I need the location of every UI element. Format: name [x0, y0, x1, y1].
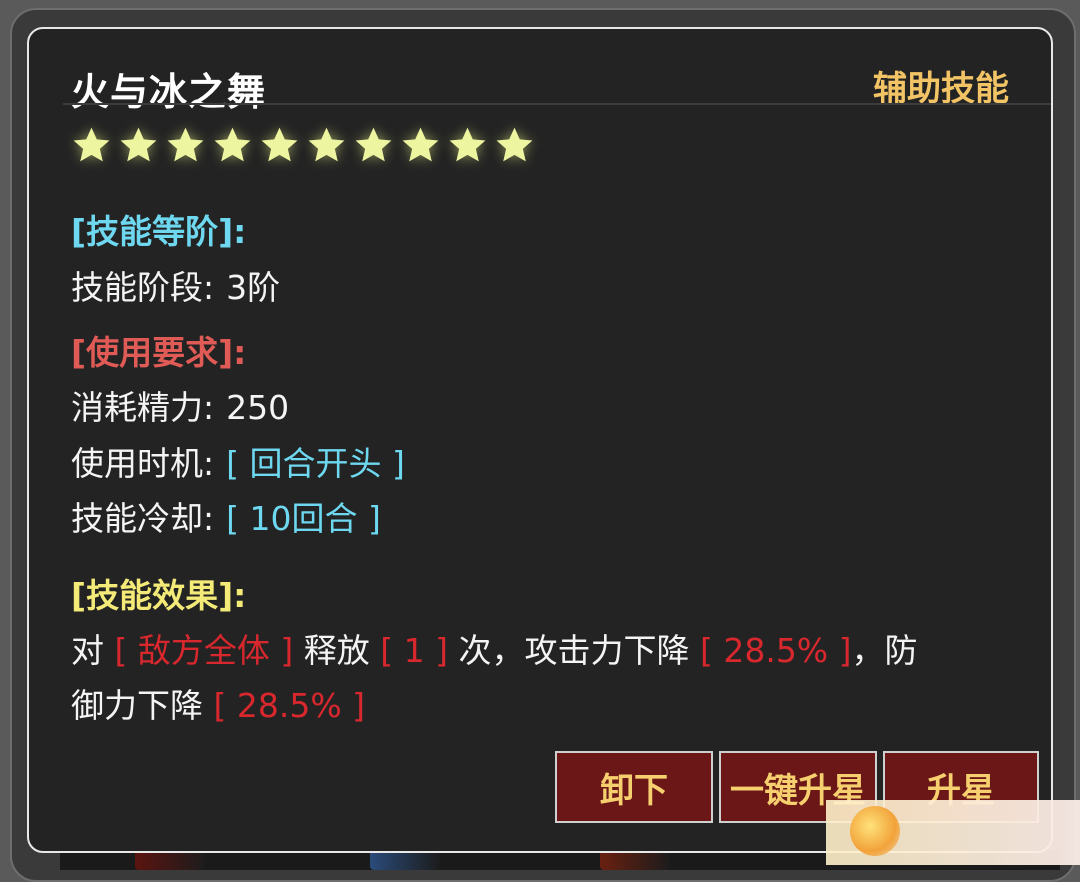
effect-text-line-2: 御力下降 [ 28.5% ] — [71, 679, 365, 727]
star-icon — [73, 127, 110, 162]
effect-defense-reduction: [ 28.5% ] — [213, 686, 366, 725]
star-icon — [496, 127, 533, 162]
tier-value: 3阶 — [226, 268, 281, 307]
cooldown-value: [ 10回合 ] — [226, 499, 381, 538]
skill-slot[interactable] — [135, 850, 205, 870]
timing-label: 使用时机: — [71, 444, 215, 483]
tier-row: 技能阶段: 3阶 — [71, 261, 280, 309]
skill-slot[interactable] — [600, 850, 670, 870]
cooldown-label: 技能冷却: — [71, 499, 215, 538]
effect-text-line-1: 对 [ 敌方全体 ] 释放 [ 1 ] 次，攻击力下降 [ 28.5% ]，防 — [71, 624, 918, 672]
star-icon — [214, 127, 251, 162]
requirement-section-header: [使用要求]: — [71, 333, 247, 372]
tier-label: 技能阶段: — [71, 268, 215, 307]
effect-text: ，防 — [851, 631, 918, 670]
watermark-logo — [850, 806, 900, 856]
effect-target: [ 敌方全体 ] — [114, 631, 294, 670]
star-icon — [449, 127, 486, 162]
energy-row: 消耗精力: 250 — [71, 381, 289, 429]
star-icon — [402, 127, 439, 162]
skill-name: 火与冰之舞 — [71, 70, 267, 114]
effect-attack-reduction: [ 28.5% ] — [699, 631, 852, 670]
skill-detail-panel: 火与冰之舞 辅助技能 [技能等阶]: 技能阶段: 3阶 [使用要求]: 消耗精力:… — [27, 27, 1053, 853]
effect-text: 御力下降 — [71, 686, 203, 725]
star-icon — [308, 127, 345, 162]
star-icon — [261, 127, 298, 162]
effect-section-header: [技能效果]: — [71, 576, 247, 615]
timing-value: [ 回合开头 ] — [226, 444, 405, 483]
star-icon — [355, 127, 392, 162]
tier-section-header: [技能等阶]: — [71, 212, 247, 251]
effect-text: 释放 — [303, 631, 370, 670]
timing-row: 使用时机: [ 回合开头 ] — [71, 437, 405, 485]
effect-text: 对 — [71, 631, 104, 670]
star-rating — [71, 125, 535, 175]
unequip-button[interactable]: 卸下 — [555, 751, 713, 823]
star-icon — [167, 127, 204, 162]
effect-times: [ 1 ] — [380, 631, 448, 670]
star-icon — [120, 127, 157, 162]
cooldown-row: 技能冷却: [ 10回合 ] — [71, 492, 381, 540]
title-divider — [63, 103, 1051, 105]
skill-slot[interactable] — [370, 850, 440, 870]
energy-value: 250 — [226, 388, 290, 427]
energy-label: 消耗精力: — [71, 388, 215, 427]
effect-text: 次，攻击力下降 — [458, 631, 690, 670]
